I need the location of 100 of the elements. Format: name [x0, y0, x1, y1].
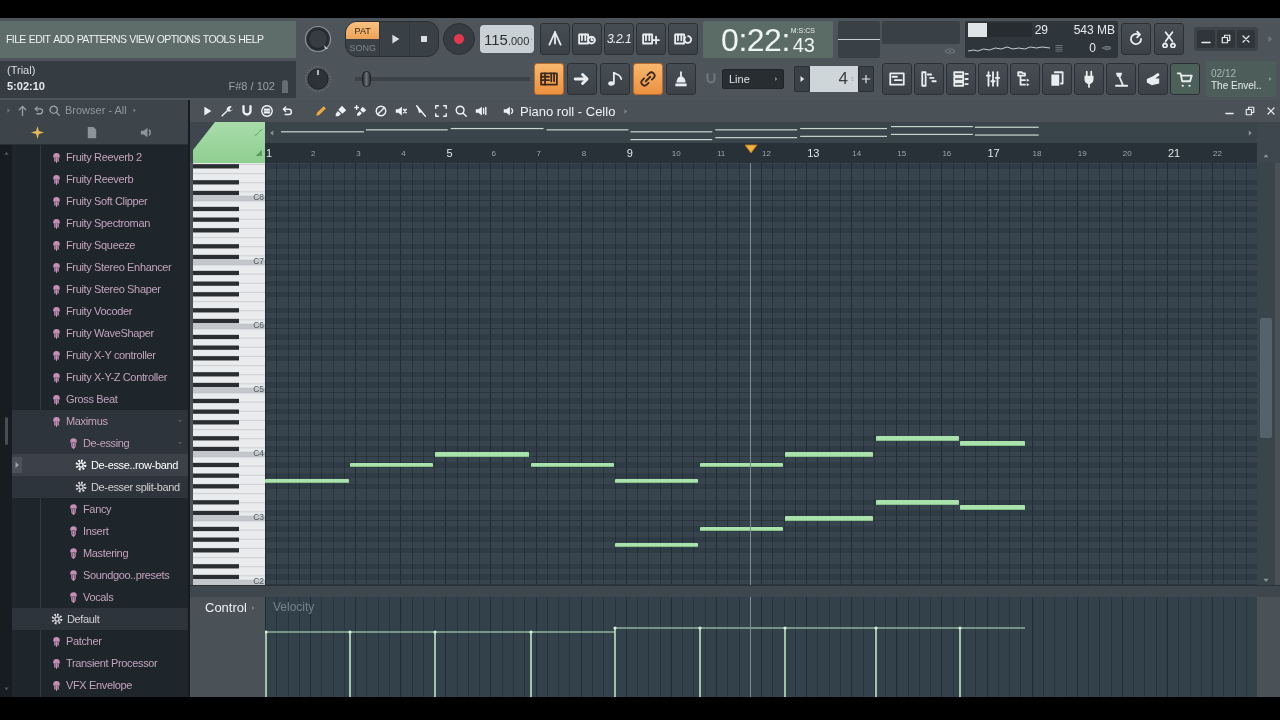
browser-item[interactable]: De-esse..row-band: [12, 454, 188, 476]
toggle-button[interactable]: [567, 63, 597, 95]
browser-item[interactable]: Insert: [12, 520, 188, 542]
snap-dropdown[interactable]: Line: [722, 69, 784, 89]
menu-item[interactable]: TOOLS: [202, 31, 236, 47]
timeline-ruler[interactable]: 1 2 3 4 5 6 7 8 9 10 11 12 13 14 15 16 17 18 19 20 21 22: [265, 143, 1257, 163]
mixer-button[interactable]: [978, 63, 1008, 95]
browser-item[interactable]: Fruity Reeverb: [12, 168, 188, 190]
velocity-stem[interactable]: [529, 630, 616, 697]
browser-item[interactable]: Fruity Vocoder: [12, 300, 188, 322]
undo-icon[interactable]: [32, 103, 45, 117]
browser-item[interactable]: Fruity WaveShaper: [12, 322, 188, 344]
toggle-button[interactable]: [633, 63, 663, 95]
browser-item[interactable]: Fruity X-Y-Z Controller: [12, 366, 188, 388]
knife-icon[interactable]: [414, 104, 428, 118]
browser-item[interactable]: Soundgoo..presets: [12, 564, 188, 586]
brush-icon[interactable]: [334, 104, 348, 118]
browser-item[interactable]: Maximus: [12, 410, 188, 432]
velocity-stem[interactable]: [348, 630, 436, 697]
undo-icon[interactable]: [280, 104, 294, 118]
velocity-stem[interactable]: [613, 626, 701, 697]
metronome-button[interactable]: [540, 23, 570, 55]
scissors-button[interactable]: [1154, 23, 1184, 55]
add-button[interactable]: [858, 66, 874, 92]
velocity-stem[interactable]: [433, 630, 532, 697]
speaker-mute-icon[interactable]: [394, 104, 408, 118]
velocity-stem[interactable]: [874, 626, 961, 697]
hint-bar[interactable]: 02/12 The Envel..: [1206, 61, 1276, 97]
note-block[interactable]: [876, 435, 959, 441]
tempo-field[interactable]: 115.000: [480, 25, 534, 53]
plug-button[interactable]: [1074, 63, 1104, 95]
wrench-icon[interactable]: [220, 104, 234, 118]
knob[interactable]: [304, 25, 332, 53]
menu-item[interactable]: FILE: [6, 31, 26, 47]
search-icon[interactable]: [48, 103, 61, 117]
toggle-button[interactable]: [534, 63, 564, 95]
note-block[interactable]: [785, 451, 873, 457]
velocity-stem[interactable]: [783, 626, 877, 697]
note-block[interactable]: [876, 499, 959, 505]
speaker-icon[interactable]: [502, 104, 516, 118]
step-field[interactable]: 4: [810, 66, 858, 92]
browser-item[interactable]: Patcher: [12, 630, 188, 652]
minimize-button[interactable]: [1197, 30, 1215, 48]
close-button[interactable]: [1237, 30, 1255, 48]
browser-item[interactable]: Vocals: [12, 586, 188, 608]
close-icon[interactable]: [1265, 105, 1277, 117]
up-arrow-icon[interactable]: [16, 103, 29, 117]
minimize-icon[interactable]: [1225, 112, 1234, 115]
previous-button[interactable]: [794, 66, 810, 92]
control-label[interactable]: Control: [205, 600, 247, 615]
scrollbar-thumb[interactable]: [1260, 318, 1272, 438]
hand-button[interactable]: [1138, 63, 1168, 95]
select-frame-icon[interactable]: [434, 104, 448, 118]
keys-clock-button[interactable]: [572, 23, 602, 55]
note-block[interactable]: [785, 515, 873, 521]
browser-item[interactable]: Fruity Spectroman: [12, 212, 188, 234]
browser-item[interactable]: Fruity X-Y controller: [12, 344, 188, 366]
piano-roll-button[interactable]: [914, 63, 944, 95]
slider-thumb[interactable]: [362, 71, 371, 87]
knob[interactable]: [304, 65, 332, 93]
documents-button[interactable]: [1042, 63, 1072, 95]
browser-item[interactable]: Gross Beat: [12, 388, 188, 410]
browser-item[interactable]: Fruity Stereo Shaper: [12, 278, 188, 300]
piano-keyboard-drawing[interactable]: [193, 163, 265, 585]
browser-item[interactable]: Fruity Reeverb 2: [12, 146, 188, 168]
sparkle-icon[interactable]: [29, 124, 45, 140]
toggle-button[interactable]: [666, 63, 696, 95]
sparkle-brush-icon[interactable]: [354, 104, 368, 118]
magnet-icon[interactable]: [240, 104, 254, 118]
menu-item[interactable]: EDIT: [28, 31, 51, 47]
restore-icon[interactable]: [1244, 105, 1256, 117]
velocity-stem[interactable]: [958, 626, 1026, 697]
menu-item[interactable]: HELP: [238, 31, 264, 47]
mode-button[interactable]: PAT: [346, 22, 380, 39]
browser-item[interactable]: Fancy: [12, 498, 188, 520]
note-block[interactable]: [350, 462, 433, 468]
keys-loop-button[interactable]: [668, 23, 698, 55]
cart-button[interactable]: [1170, 63, 1200, 95]
folder-tree-button[interactable]: [1010, 63, 1040, 95]
browser-item[interactable]: Fruity Soft Clipper: [12, 190, 188, 212]
note-block[interactable]: [615, 478, 698, 484]
no-sign-icon[interactable]: [374, 104, 388, 118]
zoom-icon[interactable]: [454, 104, 468, 118]
menu-item[interactable]: PATTERNS: [76, 31, 127, 47]
playlist-button[interactable]: [882, 63, 912, 95]
menu-icon[interactable]: [260, 104, 274, 118]
speaker-bars-icon[interactable]: [474, 104, 488, 118]
browser-item[interactable]: Default: [12, 608, 188, 630]
browser-item[interactable]: De-essing: [12, 432, 188, 454]
menu-item[interactable]: OPTIONS: [156, 31, 200, 47]
scrollbar[interactable]: [1257, 163, 1275, 585]
menu-item[interactable]: VIEW: [129, 31, 154, 47]
restore-button[interactable]: [1217, 30, 1235, 48]
keys-plus-button[interactable]: [636, 23, 666, 55]
browser-item[interactable]: Fruity Stereo Enhancer: [12, 256, 188, 278]
note-block[interactable]: [531, 462, 614, 468]
velocity-stem[interactable]: [698, 626, 786, 697]
hammer-button[interactable]: [1106, 63, 1136, 95]
browser-item[interactable]: De-esser split-band: [12, 476, 188, 498]
note-block[interactable]: [700, 462, 783, 468]
